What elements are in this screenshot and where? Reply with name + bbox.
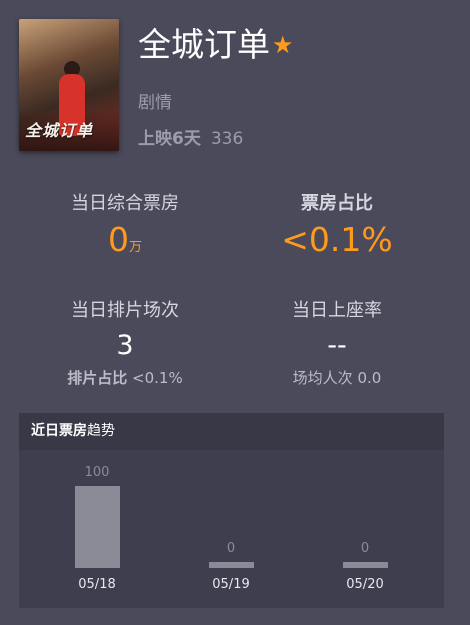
movie-title: 全城订单 xyxy=(138,25,270,64)
share-value: <0.1% xyxy=(281,220,393,259)
avg-audience-label: 场均人次 xyxy=(292,369,353,387)
title-row: 全城订单 ★ xyxy=(138,28,294,61)
shows-stat: 当日排片场次 3 排片占比 <0.1% xyxy=(25,296,225,388)
box-office-label: 当日综合票房 xyxy=(71,193,179,214)
trend-bar[interactable] xyxy=(208,562,254,568)
box-office-stat: 当日综合票房 0万 xyxy=(25,189,225,256)
star-icon[interactable]: ★ xyxy=(272,33,294,57)
poster-title-text: 全城订单 xyxy=(25,121,94,140)
trend-bar[interactable] xyxy=(74,486,120,568)
shows-share-value: <0.1% xyxy=(132,369,183,387)
shows-value: 3 xyxy=(116,330,134,361)
trend-bar[interactable] xyxy=(342,562,388,568)
release-info: 上映6天 336 xyxy=(138,124,243,149)
movie-poster[interactable]: 全城订单 xyxy=(19,19,119,151)
trend-bar-group: 0 xyxy=(191,541,271,568)
trend-bar-value: 0 xyxy=(226,541,236,556)
shows-label: 当日排片场次 xyxy=(71,300,179,321)
share-label: 票房占比 xyxy=(301,193,373,214)
shows-share-label: 排片占比 xyxy=(67,369,128,387)
share-stat: 票房占比 <0.1% xyxy=(237,189,437,256)
trend-bar-group: 100 xyxy=(57,465,137,568)
trend-bar-date: 05/20 xyxy=(346,577,384,592)
release-days: 上映6天 xyxy=(138,129,201,149)
trend-title-rest: 趋势 xyxy=(87,423,115,439)
release-number: 336 xyxy=(210,129,244,149)
shows-share: 排片占比 <0.1% xyxy=(25,367,225,388)
occupancy-stat: 当日上座率 -- 场均人次 0.0 xyxy=(237,296,437,388)
movie-genre: 剧情 xyxy=(138,93,172,113)
box-office-number: 0 xyxy=(107,220,129,259)
trend-bar-group: 0 xyxy=(325,541,405,568)
trend-panel: 近日票房趋势 100 05/18 0 05/19 0 05/20 xyxy=(19,413,444,608)
occupancy-label: 当日上座率 xyxy=(292,300,382,321)
trend-bar-value: 100 xyxy=(84,465,110,480)
box-office-unit: 万 xyxy=(128,240,142,255)
avg-audience: 场均人次 0.0 xyxy=(237,367,437,388)
trend-bar-date: 05/18 xyxy=(78,577,116,592)
trend-header: 近日票房趋势 xyxy=(19,413,444,450)
trend-bar-date: 05/19 xyxy=(212,577,250,592)
avg-audience-value: 0.0 xyxy=(357,369,382,387)
trend-bar-value: 0 xyxy=(360,541,370,556)
occupancy-value: -- xyxy=(327,330,347,361)
trend-title-bold: 近日票房 xyxy=(31,423,87,439)
box-office-value: 0万 xyxy=(25,223,225,256)
